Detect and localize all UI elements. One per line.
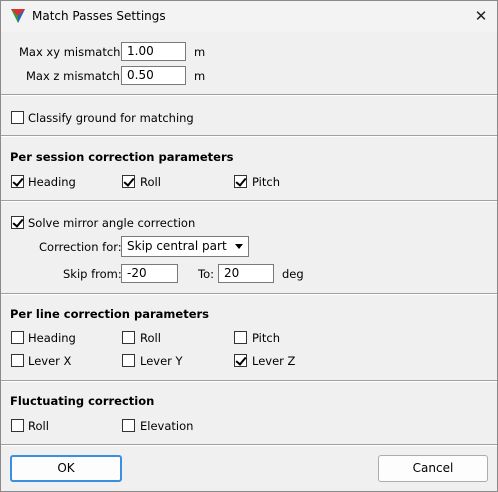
session-heading-checkbox[interactable] xyxy=(11,175,24,188)
window-title: Match Passes Settings xyxy=(32,9,166,23)
session-pitch-label: Pitch xyxy=(252,175,280,189)
max-z-input[interactable]: 0.50 xyxy=(121,66,186,85)
separator xyxy=(1,444,497,446)
classify-ground-checkbox[interactable] xyxy=(11,111,24,124)
line-roll-checkbox[interactable] xyxy=(122,331,135,344)
lever-y-checkbox[interactable] xyxy=(122,354,135,367)
lever-z-checkbox[interactable] xyxy=(234,354,247,367)
correction-for-select[interactable]: Skip central part xyxy=(121,236,249,257)
separator xyxy=(1,135,497,137)
fluct-section-title: Fluctuating correction xyxy=(10,394,155,408)
separator xyxy=(1,293,497,295)
line-heading-checkbox[interactable] xyxy=(11,331,24,344)
max-z-unit: m xyxy=(194,69,206,83)
correction-for-value: Skip central part xyxy=(127,239,227,253)
mirror-correction-checkbox[interactable] xyxy=(11,216,24,229)
correction-for-label: Correction for: xyxy=(39,240,122,254)
classify-ground-label: Classify ground for matching xyxy=(28,111,194,125)
cancel-button[interactable]: Cancel xyxy=(378,455,488,482)
session-roll-label: Roll xyxy=(140,175,161,189)
session-pitch-checkbox[interactable] xyxy=(234,175,247,188)
fluct-elevation-checkbox[interactable] xyxy=(122,419,135,432)
mirror-correction-label: Solve mirror angle correction xyxy=(28,216,196,230)
line-pitch-checkbox[interactable] xyxy=(234,331,247,344)
max-xy-input[interactable]: 1.00 xyxy=(121,42,186,61)
close-icon[interactable]: ✕ xyxy=(469,6,493,26)
to-label: To: xyxy=(198,267,214,281)
separator xyxy=(1,94,497,96)
lever-x-checkbox[interactable] xyxy=(11,354,24,367)
skip-from-input[interactable]: -20 xyxy=(121,264,178,283)
triangle-app-icon xyxy=(11,9,25,23)
skip-unit: deg xyxy=(282,267,304,281)
max-z-label: Max z mismatch: xyxy=(26,69,124,83)
chevron-down-icon xyxy=(235,244,243,249)
separator xyxy=(1,200,497,202)
fluct-elevation-label: Elevation xyxy=(140,419,194,433)
fluct-roll-label: Roll xyxy=(28,419,49,433)
lever-y-label: Lever Y xyxy=(140,354,183,368)
skip-from-label: Skip from: xyxy=(63,267,122,281)
fluct-roll-checkbox[interactable] xyxy=(11,419,24,432)
title-bar[interactable]: Match Passes Settings ✕ xyxy=(1,1,497,32)
session-section-title: Per session correction parameters xyxy=(10,150,234,164)
lever-x-label: Lever X xyxy=(28,354,72,368)
ok-button[interactable]: OK xyxy=(10,455,122,482)
session-heading-label: Heading xyxy=(28,175,76,189)
session-roll-checkbox[interactable] xyxy=(122,175,135,188)
line-pitch-label: Pitch xyxy=(252,331,280,345)
separator xyxy=(1,380,497,382)
line-heading-label: Heading xyxy=(28,331,76,345)
dialog-window: Match Passes Settings ✕ Max xy mismatch:… xyxy=(0,0,498,492)
lever-z-label: Lever Z xyxy=(252,354,296,368)
line-section-title: Per line correction parameters xyxy=(10,307,210,321)
max-xy-unit: m xyxy=(194,45,206,59)
line-roll-label: Roll xyxy=(140,331,161,345)
max-xy-label: Max xy mismatch: xyxy=(19,45,125,59)
to-input[interactable]: 20 xyxy=(218,264,274,283)
